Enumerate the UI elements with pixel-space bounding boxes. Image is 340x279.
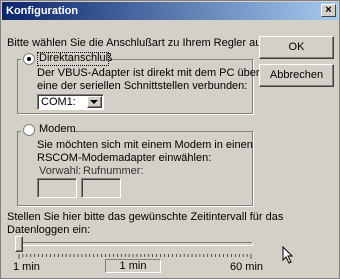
phone-number-field[interactable] [81,178,121,198]
modem-description-line1: Sie möchten sich mit einem Modem in eine… [37,139,253,151]
window-title: Konfiguration [6,5,79,17]
connection-prompt: Bitte wählen Sie die Anschlußart zu Ihre… [7,37,270,49]
direct-description-line2: eine der seriellen Schnittstellen verbun… [37,80,248,92]
phone-number-label: Rufnummer: [83,165,144,177]
cancel-button[interactable]: Abbrechen [259,64,334,87]
slider-track [15,242,253,246]
interval-slider[interactable] [15,234,255,254]
modem-option[interactable]: Modem [21,123,76,137]
prefix-label: Vorwahl: [39,165,82,177]
radio-selected-dot [27,57,31,61]
interval-text-line1: Stellen Sie hier bitte das gewünschte Ze… [7,211,284,223]
ok-button[interactable]: OK [259,36,334,59]
direct-description-line1: Der VBUS-Adapter ist direkt mit dem PC ü… [37,67,260,79]
close-button[interactable]: × [321,4,336,17]
mouse-cursor-icon [282,246,294,264]
direct-connection-label: Direktanschluß [39,52,113,64]
com-port-value: COM1: [41,96,76,108]
modem-radio[interactable] [23,124,35,136]
com-port-dropdown-button[interactable] [87,96,102,108]
direct-connection-radio[interactable] [23,53,35,65]
modem-description-line2: RSCOM-Modemadapter einwählen: [37,152,212,164]
interval-min-label: 1 min [13,261,40,273]
direct-connection-option[interactable]: Direktanschluß [21,52,113,66]
configuration-dialog: Konfiguration × Bitte wählen Sie die Ans… [0,0,340,279]
chevron-down-icon [90,100,98,104]
interval-max-label: 60 min [230,261,264,273]
title-bar: Konfiguration × [2,2,338,20]
prefix-field[interactable] [37,178,77,198]
interval-value-display: 1 min [105,259,161,273]
modem-label: Modem [39,123,76,135]
com-port-select[interactable]: COM1: [37,94,104,110]
slider-thumb[interactable] [15,236,23,252]
